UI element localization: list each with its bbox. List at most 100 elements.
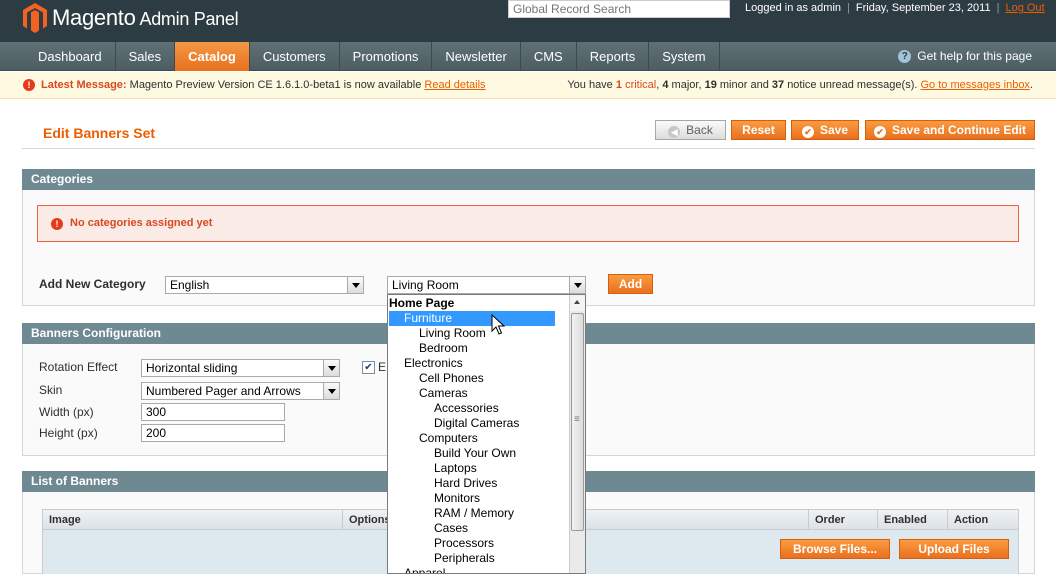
width-label: Width (px) — [39, 405, 94, 419]
dropdown-option[interactable]: Computers — [389, 431, 478, 446]
divider — [22, 148, 1035, 149]
add-category-label: Add New Category — [39, 277, 146, 291]
browse-files-button[interactable]: Browse Files... — [780, 539, 890, 559]
col-action: Action — [947, 510, 1019, 530]
rotation-effect-value: Horizontal sliding — [146, 361, 238, 375]
nav-item-catalog[interactable]: Catalog — [175, 42, 250, 71]
check-icon: ✔ — [873, 126, 886, 138]
help-label: Get help for this page — [917, 49, 1032, 63]
back-button[interactable]: ◀ Back — [655, 120, 726, 140]
nav-item-system[interactable]: System — [649, 42, 720, 71]
rotation-effect-label: Rotation Effect — [39, 360, 118, 374]
latest-message-label: Latest Message: — [41, 79, 127, 91]
user-info: Logged in as admin | Friday, September 23,… — [745, 2, 1045, 14]
upload-files-button[interactable]: Upload Files — [899, 539, 1009, 559]
dropdown-option[interactable]: Apparel — [389, 566, 445, 573]
nav-item-customers[interactable]: Customers — [250, 42, 340, 71]
latest-message: Latest Message: Magento Preview Version … — [41, 79, 486, 91]
message-summary: You have 1 critical, 4 major, 19 minor a… — [567, 79, 1033, 91]
save-button[interactable]: ✔ Save — [791, 120, 859, 140]
dropdown-option[interactable]: Peripherals — [389, 551, 495, 566]
minor-count: 19 — [704, 79, 717, 91]
dropdown-option[interactable]: Cell Phones — [389, 371, 484, 386]
skin-select[interactable]: Numbered Pager and Arrows — [141, 382, 340, 400]
dropdown-option[interactable]: Hard Drives — [389, 476, 497, 491]
messages-inbox-link[interactable]: Go to messages inbox — [920, 79, 1029, 91]
rotation-effect-select[interactable]: Horizontal sliding — [141, 359, 340, 377]
admin-header: MagentoAdmin Panel Logged in as admin|Fr… — [0, 0, 1056, 42]
reset-button[interactable]: Reset — [731, 120, 786, 140]
read-details-link[interactable]: Read details — [424, 79, 485, 91]
warning-icon: ! — [23, 79, 35, 91]
critical-count: 1 — [615, 79, 622, 91]
error-icon: ! — [51, 218, 63, 230]
dropdown-option[interactable]: Cameras — [389, 386, 468, 401]
enable-checkbox-label: E — [378, 360, 387, 374]
error-message: ! No categories assigned yet — [37, 205, 1019, 242]
dropdown-option[interactable]: RAM / Memory — [389, 506, 514, 521]
dropdown-option[interactable]: Processors — [389, 536, 494, 551]
logged-in-text: Logged in as admin — [745, 2, 842, 14]
global-search-input[interactable] — [508, 0, 730, 18]
dropdown-option[interactable]: Build Your Own — [389, 446, 516, 461]
dropdown-option[interactable]: Monitors — [389, 491, 480, 506]
major-count: 4 — [662, 79, 669, 91]
dropdown-scrollbar[interactable] — [569, 295, 585, 573]
dropdown-option[interactable]: Accessories — [389, 401, 499, 416]
chevron-down-icon — [569, 277, 585, 293]
scroll-up-icon[interactable] — [570, 295, 585, 311]
dropdown-option[interactable]: Electronics — [389, 356, 463, 371]
save-continue-button[interactable]: ✔ Save and Continue Edit — [865, 120, 1035, 140]
nav-item-sales[interactable]: Sales — [116, 42, 176, 71]
summary-prefix: You have — [567, 79, 613, 91]
height-input[interactable]: 200 — [141, 424, 285, 442]
store-select[interactable]: English — [165, 276, 364, 294]
latest-message-text: Magento Preview Version CE 1.6.1.0-beta1… — [129, 79, 422, 91]
nav-item-dashboard[interactable]: Dashboard — [0, 42, 116, 71]
skin-value: Numbered Pager and Arrows — [146, 384, 301, 398]
nav-item-reports[interactable]: Reports — [577, 42, 650, 71]
chevron-down-icon — [323, 360, 339, 376]
logout-link[interactable]: Log Out — [1005, 2, 1044, 14]
back-arrow-icon: ◀ — [668, 126, 681, 138]
add-category-button[interactable]: Add — [608, 274, 653, 294]
main-nav: Dashboard Sales Catalog Customers Promot… — [0, 42, 1056, 71]
width-input[interactable]: 300 — [141, 403, 285, 421]
nav-item-cms[interactable]: CMS — [521, 42, 577, 71]
page-title: Edit Banners Set — [43, 125, 156, 141]
store-select-value: English — [170, 278, 210, 292]
nav-item-newsletter[interactable]: Newsletter — [432, 42, 521, 71]
magento-logo-icon — [22, 2, 48, 34]
categories-heading: Categories — [22, 169, 1035, 190]
dropdown-option[interactable]: Bedroom — [389, 341, 468, 356]
dropdown-option[interactable]: Home Page — [389, 296, 454, 311]
minor-label: minor and — [719, 79, 769, 91]
help-link[interactable]: ? Get help for this page — [898, 49, 1032, 63]
category-dropdown-list[interactable]: Home Page Furniture Living Room Bedroom Elec… — [387, 294, 586, 574]
chevron-down-icon — [323, 383, 339, 399]
scrollbar-thumb[interactable] — [571, 313, 584, 531]
enable-checkbox[interactable]: ✔ — [362, 361, 375, 374]
mouse-cursor-icon — [491, 314, 505, 335]
col-image: Image — [49, 514, 81, 526]
col-enabled: Enabled — [877, 510, 948, 530]
magento-logo[interactable]: Magento Admin Panel — [22, 2, 239, 34]
height-label: Height (px) — [39, 426, 98, 440]
critical-label: critical — [625, 79, 657, 91]
dropdown-option[interactable]: Laptops — [389, 461, 477, 476]
col-order: Order — [808, 510, 878, 530]
nav-item-promotions[interactable]: Promotions — [340, 42, 433, 71]
error-text: No categories assigned yet — [70, 217, 213, 229]
dropdown-option[interactable]: Living Room — [389, 326, 486, 341]
dropdown-option[interactable]: Furniture — [389, 311, 555, 326]
notice-count: 37 — [771, 79, 785, 91]
dropdown-option[interactable]: Cases — [389, 521, 468, 536]
help-icon: ? — [898, 49, 912, 63]
notice-label: notice unread message(s). — [787, 79, 918, 91]
chevron-down-icon — [347, 277, 363, 293]
app-title: Magento Admin Panel — [52, 5, 239, 30]
date-text: Friday, September 23, 2011 — [855, 2, 991, 14]
dropdown-option[interactable]: Digital Cameras — [389, 416, 519, 431]
category-select[interactable]: Living Room — [387, 276, 586, 294]
major-label: major — [671, 79, 699, 91]
